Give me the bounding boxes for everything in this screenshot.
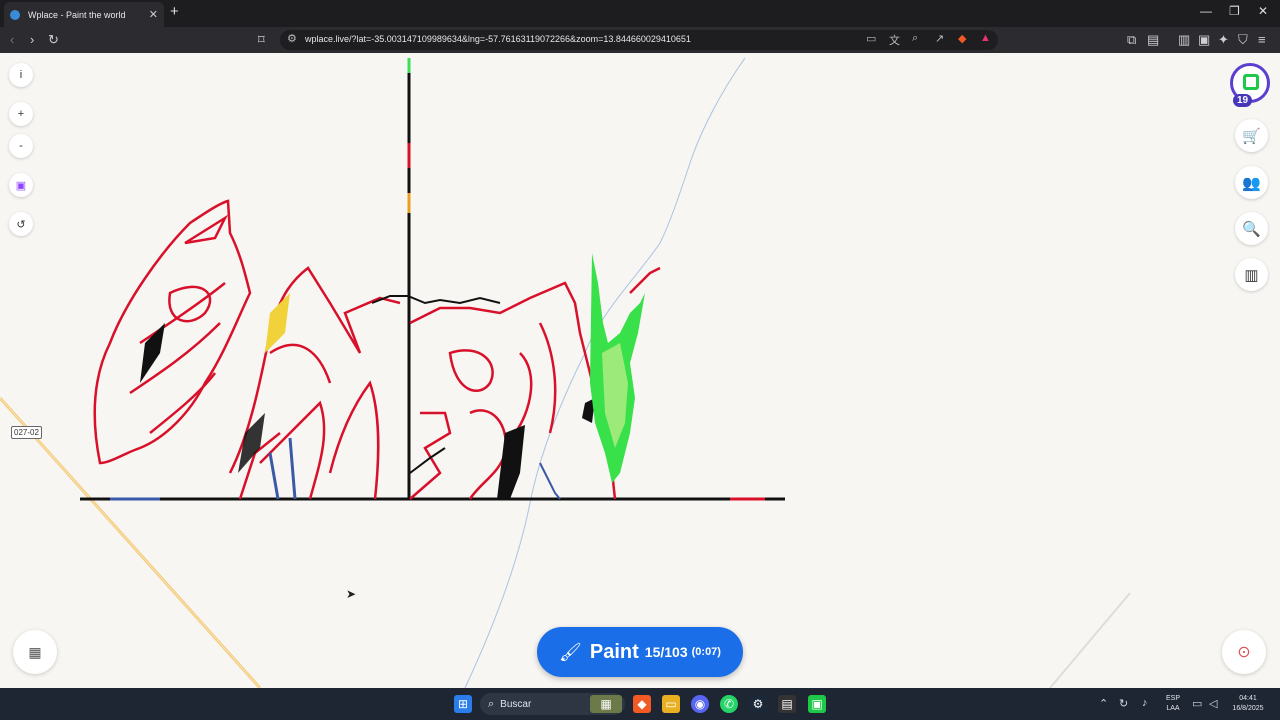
- close-window-button[interactable]: ✕: [1258, 4, 1268, 18]
- road-label: 027-02: [11, 426, 42, 439]
- reload-icon[interactable]: ↻: [48, 32, 59, 48]
- map-canvas[interactable]: 027-02 i + - ▣ ↺ 19 🛒 👥 🔍 ▥ ▦ 🖌 Paint 15…: [0, 53, 1280, 688]
- widgets-icon[interactable]: ▦: [590, 695, 622, 713]
- clock-date: 16/8/2025: [1232, 705, 1264, 712]
- lang-bottom: LAA: [1166, 705, 1180, 712]
- art-left-shade: [140, 323, 165, 383]
- steam-icon[interactable]: ⚙: [749, 695, 767, 713]
- clock[interactable]: 04:41 16/8/2025: [1226, 694, 1270, 714]
- url-text: wplace.live/?lat=-35.003147109989634&lng…: [305, 34, 691, 44]
- network-icon[interactable]: ▭: [1192, 697, 1202, 710]
- app-icon[interactable]: ▣: [808, 695, 826, 713]
- zoom-in-button[interactable]: +: [9, 102, 33, 126]
- taskbar: ⊞ ⌕ Buscar ▦ ◆ ▭ ◉ ✆ ⚙ ▤ ▣ ⌃ ↻ ♪ ESP LAA…: [0, 688, 1280, 720]
- search-label: Buscar: [500, 698, 532, 710]
- brave-shield-icon[interactable]: ◆: [958, 32, 966, 45]
- leaderboard-button[interactable]: ▥: [1235, 258, 1268, 291]
- mic-icon[interactable]: ♪: [1142, 697, 1148, 709]
- site-info-icon[interactable]: ⚙: [287, 32, 297, 45]
- search-globe-icon: 🔍: [1242, 220, 1261, 238]
- group-icon: 👥: [1242, 174, 1261, 192]
- translate-icon[interactable]: 文: [889, 32, 900, 48]
- cart-icon: 🛒: [1242, 127, 1261, 145]
- volume-icon[interactable]: ◁: [1209, 697, 1217, 710]
- maximize-button[interactable]: ❐: [1229, 4, 1240, 18]
- tab-search-icon[interactable]: ▤: [1147, 32, 1159, 48]
- wallet-icon[interactable]: ▣: [1198, 32, 1210, 48]
- sidebar-icon[interactable]: ▥: [1178, 32, 1190, 48]
- discord-icon[interactable]: ◉: [691, 695, 709, 713]
- back-icon[interactable]: ‹: [10, 32, 14, 47]
- paint-button[interactable]: 🖌 Paint 15/103 (0:07): [537, 627, 743, 677]
- cast-icon[interactable]: ▭: [866, 32, 876, 45]
- undo-button[interactable]: ↺: [9, 212, 33, 236]
- paint-label: Paint: [589, 640, 639, 663]
- layers-icon: ▦: [28, 643, 42, 660]
- store-button[interactable]: 🛒: [1235, 119, 1268, 152]
- language-indicator[interactable]: ESP LAA: [1162, 694, 1184, 714]
- zoom-icon[interactable]: ⌕: [912, 32, 918, 45]
- address-bar[interactable]: ⚙ wplace.live/?lat=-35.003147109989634&l…: [280, 30, 998, 50]
- art-left-creature: [93, 199, 252, 465]
- map-drawing: [0, 57, 1131, 688]
- tab-close-icon[interactable]: ✕: [149, 8, 158, 21]
- art-blue-right: [539, 462, 561, 500]
- avatar-image: [1243, 74, 1259, 90]
- terminal-icon[interactable]: ▤: [778, 695, 796, 713]
- info-button[interactable]: i: [9, 63, 33, 87]
- art-yellow-patch: [265, 293, 290, 353]
- globe-icon: [10, 9, 20, 20]
- road-minor: [1049, 592, 1131, 688]
- paint-charges: 15/103: [644, 644, 688, 660]
- tray-chevron-icon[interactable]: ⌃: [1099, 697, 1108, 710]
- browser-nav-bar: ‹ › ↻ ⌑ ⚙ wplace.live/?lat=-35.003147109…: [0, 27, 1280, 53]
- share-icon[interactable]: ↗: [935, 32, 944, 45]
- locate-button[interactable]: ⊙: [1222, 630, 1266, 674]
- vpn-icon[interactable]: ⛉: [1238, 32, 1248, 48]
- tab-title: Wplace - Paint the world: [28, 9, 126, 20]
- brush-icon: 🖌: [559, 641, 582, 662]
- paint-timer: (0:07): [691, 646, 721, 658]
- start-icon[interactable]: ⊞: [454, 695, 472, 713]
- extensions-icon[interactable]: ⧉: [1127, 32, 1136, 48]
- art-blue-strokes: [268, 437, 297, 500]
- menu-icon[interactable]: ≡: [1258, 32, 1266, 47]
- minimize-button[interactable]: —: [1200, 4, 1212, 18]
- browser-tab[interactable]: Wplace - Paint the world ✕: [4, 2, 164, 27]
- whatsapp-icon[interactable]: ✆: [720, 695, 738, 713]
- lang-top: ESP: [1165, 695, 1180, 702]
- clock-time: 04:41: [1239, 695, 1257, 702]
- file-explorer-icon[interactable]: ▭: [662, 695, 680, 713]
- rewards-icon[interactable]: ▲: [980, 32, 991, 44]
- bookmark-icon[interactable]: ⌑: [258, 32, 265, 48]
- level-badge: 19: [1233, 94, 1253, 107]
- twitch-button[interactable]: ▣: [9, 173, 33, 197]
- target-icon: ⊙: [1237, 644, 1251, 661]
- browser-tab-bar: Wplace - Paint the world ✕ + — ❐ ✕: [0, 0, 1280, 27]
- sync-icon[interactable]: ↻: [1119, 697, 1128, 710]
- search-button[interactable]: 🔍: [1235, 212, 1268, 245]
- mouse-cursor-icon: ➤: [346, 587, 357, 601]
- search-icon: ⌕: [488, 697, 495, 710]
- map-style-button[interactable]: ▦: [13, 630, 57, 674]
- alliance-button[interactable]: 👥: [1235, 166, 1268, 199]
- leaderboard-icon: ▥: [1244, 266, 1259, 284]
- zoom-out-button[interactable]: -: [9, 134, 33, 158]
- brave-icon[interactable]: ◆: [633, 695, 651, 713]
- avatar[interactable]: 19: [1230, 63, 1270, 107]
- forward-icon[interactable]: ›: [30, 32, 34, 47]
- new-tab-button[interactable]: +: [170, 3, 179, 20]
- leo-icon[interactable]: ✦: [1218, 32, 1229, 48]
